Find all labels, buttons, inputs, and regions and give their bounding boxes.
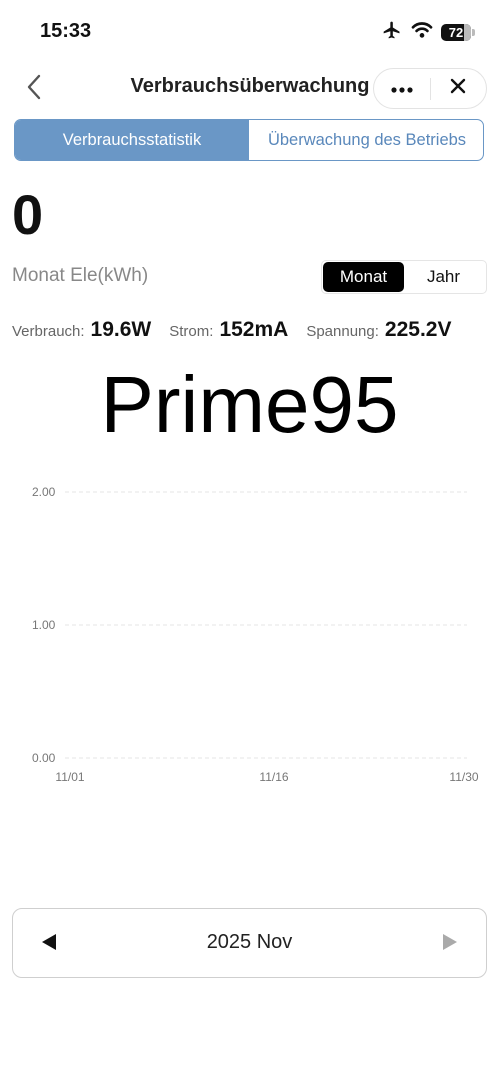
y-tick-label: 1.00	[32, 618, 56, 632]
monthly-consumption-value: 0	[12, 183, 44, 246]
device-name: Prime95	[100, 360, 399, 449]
triangle-right-icon	[442, 933, 458, 956]
y-tick-label: 2.00	[32, 485, 56, 499]
status-icons: 72	[381, 20, 475, 44]
month-navigator: 2025 Nov	[12, 908, 487, 978]
consumption-chart: 0.00 1.00 2.00 11/01 11/16 11/30	[32, 485, 479, 784]
back-button[interactable]	[18, 72, 50, 106]
more-dots-icon	[391, 80, 413, 98]
x-tick-label: 11/01	[55, 770, 84, 784]
x-tick-label: 11/30	[449, 770, 478, 784]
page-title: Verbrauchsüberwachung	[130, 75, 370, 97]
tab-verbrauchsstatistik[interactable]: Verbrauchsstatistik	[15, 120, 249, 160]
mini-program-capsule	[373, 68, 487, 109]
month-label: 2025 Nov	[206, 931, 293, 953]
y-tick-label: 0.00	[32, 751, 56, 765]
tab-bar: Verbrauchsstatistik Überwachung des Betr…	[14, 119, 484, 161]
airplane-icon	[381, 20, 403, 45]
current-label: Strom:	[169, 323, 214, 340]
chevron-left-icon	[26, 74, 42, 105]
voltage-label: Spannung:	[306, 323, 379, 340]
x-tick-label: 11/16	[259, 770, 288, 784]
next-month-button[interactable]	[432, 926, 468, 962]
power-label: Verbrauch:	[12, 323, 85, 340]
battery-level: 72	[448, 24, 464, 40]
period-year-button[interactable]: Jahr	[404, 262, 483, 292]
status-bar: 15:33 72	[0, 0, 499, 60]
period-toggle: Monat Jahr	[321, 260, 487, 294]
live-metrics: Verbrauch: 19.6W Strom: 152mA Spannung: …	[12, 318, 492, 342]
unit-label: Monat Ele(kWh)	[12, 265, 149, 286]
power-value: 19.6W	[90, 318, 152, 341]
voltage-value: 225.2V	[384, 318, 452, 341]
period-month-button[interactable]: Monat	[323, 262, 404, 292]
more-button[interactable]	[374, 69, 430, 108]
status-time: 15:33	[40, 20, 92, 42]
current-value: 152mA	[219, 318, 289, 341]
wifi-icon	[411, 21, 433, 44]
battery-icon: 72	[441, 23, 475, 41]
close-button[interactable]	[430, 69, 486, 108]
close-icon	[450, 78, 466, 99]
tab-ueberwachung[interactable]: Überwachung des Betriebs	[249, 120, 483, 160]
